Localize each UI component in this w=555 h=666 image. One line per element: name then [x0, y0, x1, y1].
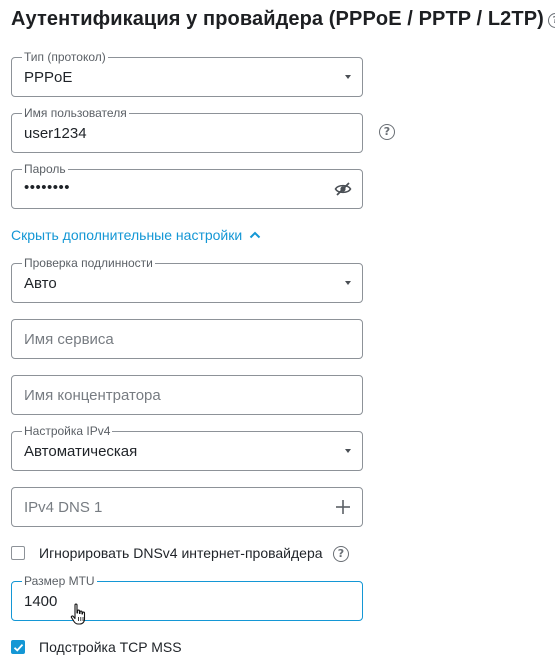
page-title: Аутентификация у провайдера (PPPoE / PPT…: [11, 8, 555, 31]
eye-slash-icon[interactable]: [334, 181, 352, 197]
concentrator-name-field[interactable]: Имя концентратора: [11, 375, 363, 415]
protocol-value: PPPoE: [24, 69, 73, 86]
ignore-dns-checkbox[interactable]: [11, 546, 25, 560]
password-field[interactable]: Пароль ••••••••: [11, 162, 363, 209]
title-help-icon[interactable]: ?: [547, 13, 555, 28]
ipv4-setting-value: Автоматическая: [24, 443, 138, 460]
protocol-label: Тип (протокол): [22, 50, 108, 64]
tcp-mss-label: Подстройка TCP MSS: [39, 639, 182, 655]
username-value: user1234: [24, 125, 87, 142]
ignore-dns-help-icon[interactable]: ?: [333, 546, 349, 562]
auth-check-label: Проверка подлинности: [22, 256, 155, 270]
service-name-field[interactable]: Имя сервиса: [11, 319, 363, 359]
tcp-mss-checkbox[interactable]: [11, 640, 25, 654]
toggle-advanced-label: Скрыть дополнительные настройки: [11, 227, 243, 243]
protocol-select[interactable]: Тип (протокол) PPPoE: [11, 50, 363, 97]
page-title-text: Аутентификация у провайдера (PPPoE / PPT…: [11, 8, 544, 30]
ignore-dns-label: Игнорировать DNSv4 интернет-провайдера: [39, 545, 323, 561]
plus-icon[interactable]: [335, 499, 351, 515]
ipv4-setting-select[interactable]: Настройка IPv4 Автоматическая: [11, 424, 363, 471]
username-help-icon[interactable]: ?: [379, 124, 395, 140]
username-label: Имя пользователя: [22, 106, 129, 120]
username-field[interactable]: Имя пользователя user1234: [11, 106, 363, 153]
hand-cursor-icon: [70, 603, 86, 625]
checkmark-icon: [13, 643, 23, 652]
toggle-advanced-settings-link[interactable]: Скрыть дополнительные настройки: [11, 227, 261, 243]
auth-check-select[interactable]: Проверка подлинности Авто: [11, 256, 363, 303]
dropdown-caret-icon: [345, 449, 351, 453]
ipv4-setting-label: Настройка IPv4: [22, 424, 113, 438]
ipv4-dns1-placeholder: IPv4 DNS 1: [24, 499, 103, 516]
dropdown-caret-icon: [345, 75, 351, 79]
mtu-value: 1400: [24, 593, 58, 610]
password-value: ••••••••: [24, 179, 71, 196]
dropdown-caret-icon: [345, 281, 351, 285]
mtu-label: Размер MTU: [22, 574, 97, 588]
ipv4-dns1-field[interactable]: IPv4 DNS 1: [11, 487, 363, 527]
mtu-field[interactable]: Размер MTU 1400: [11, 574, 363, 621]
auth-check-value: Авто: [24, 275, 57, 292]
service-name-placeholder: Имя сервиса: [24, 331, 114, 348]
chevron-up-icon: [249, 231, 261, 239]
password-label: Пароль: [22, 162, 68, 176]
concentrator-name-placeholder: Имя концентратора: [24, 387, 161, 404]
